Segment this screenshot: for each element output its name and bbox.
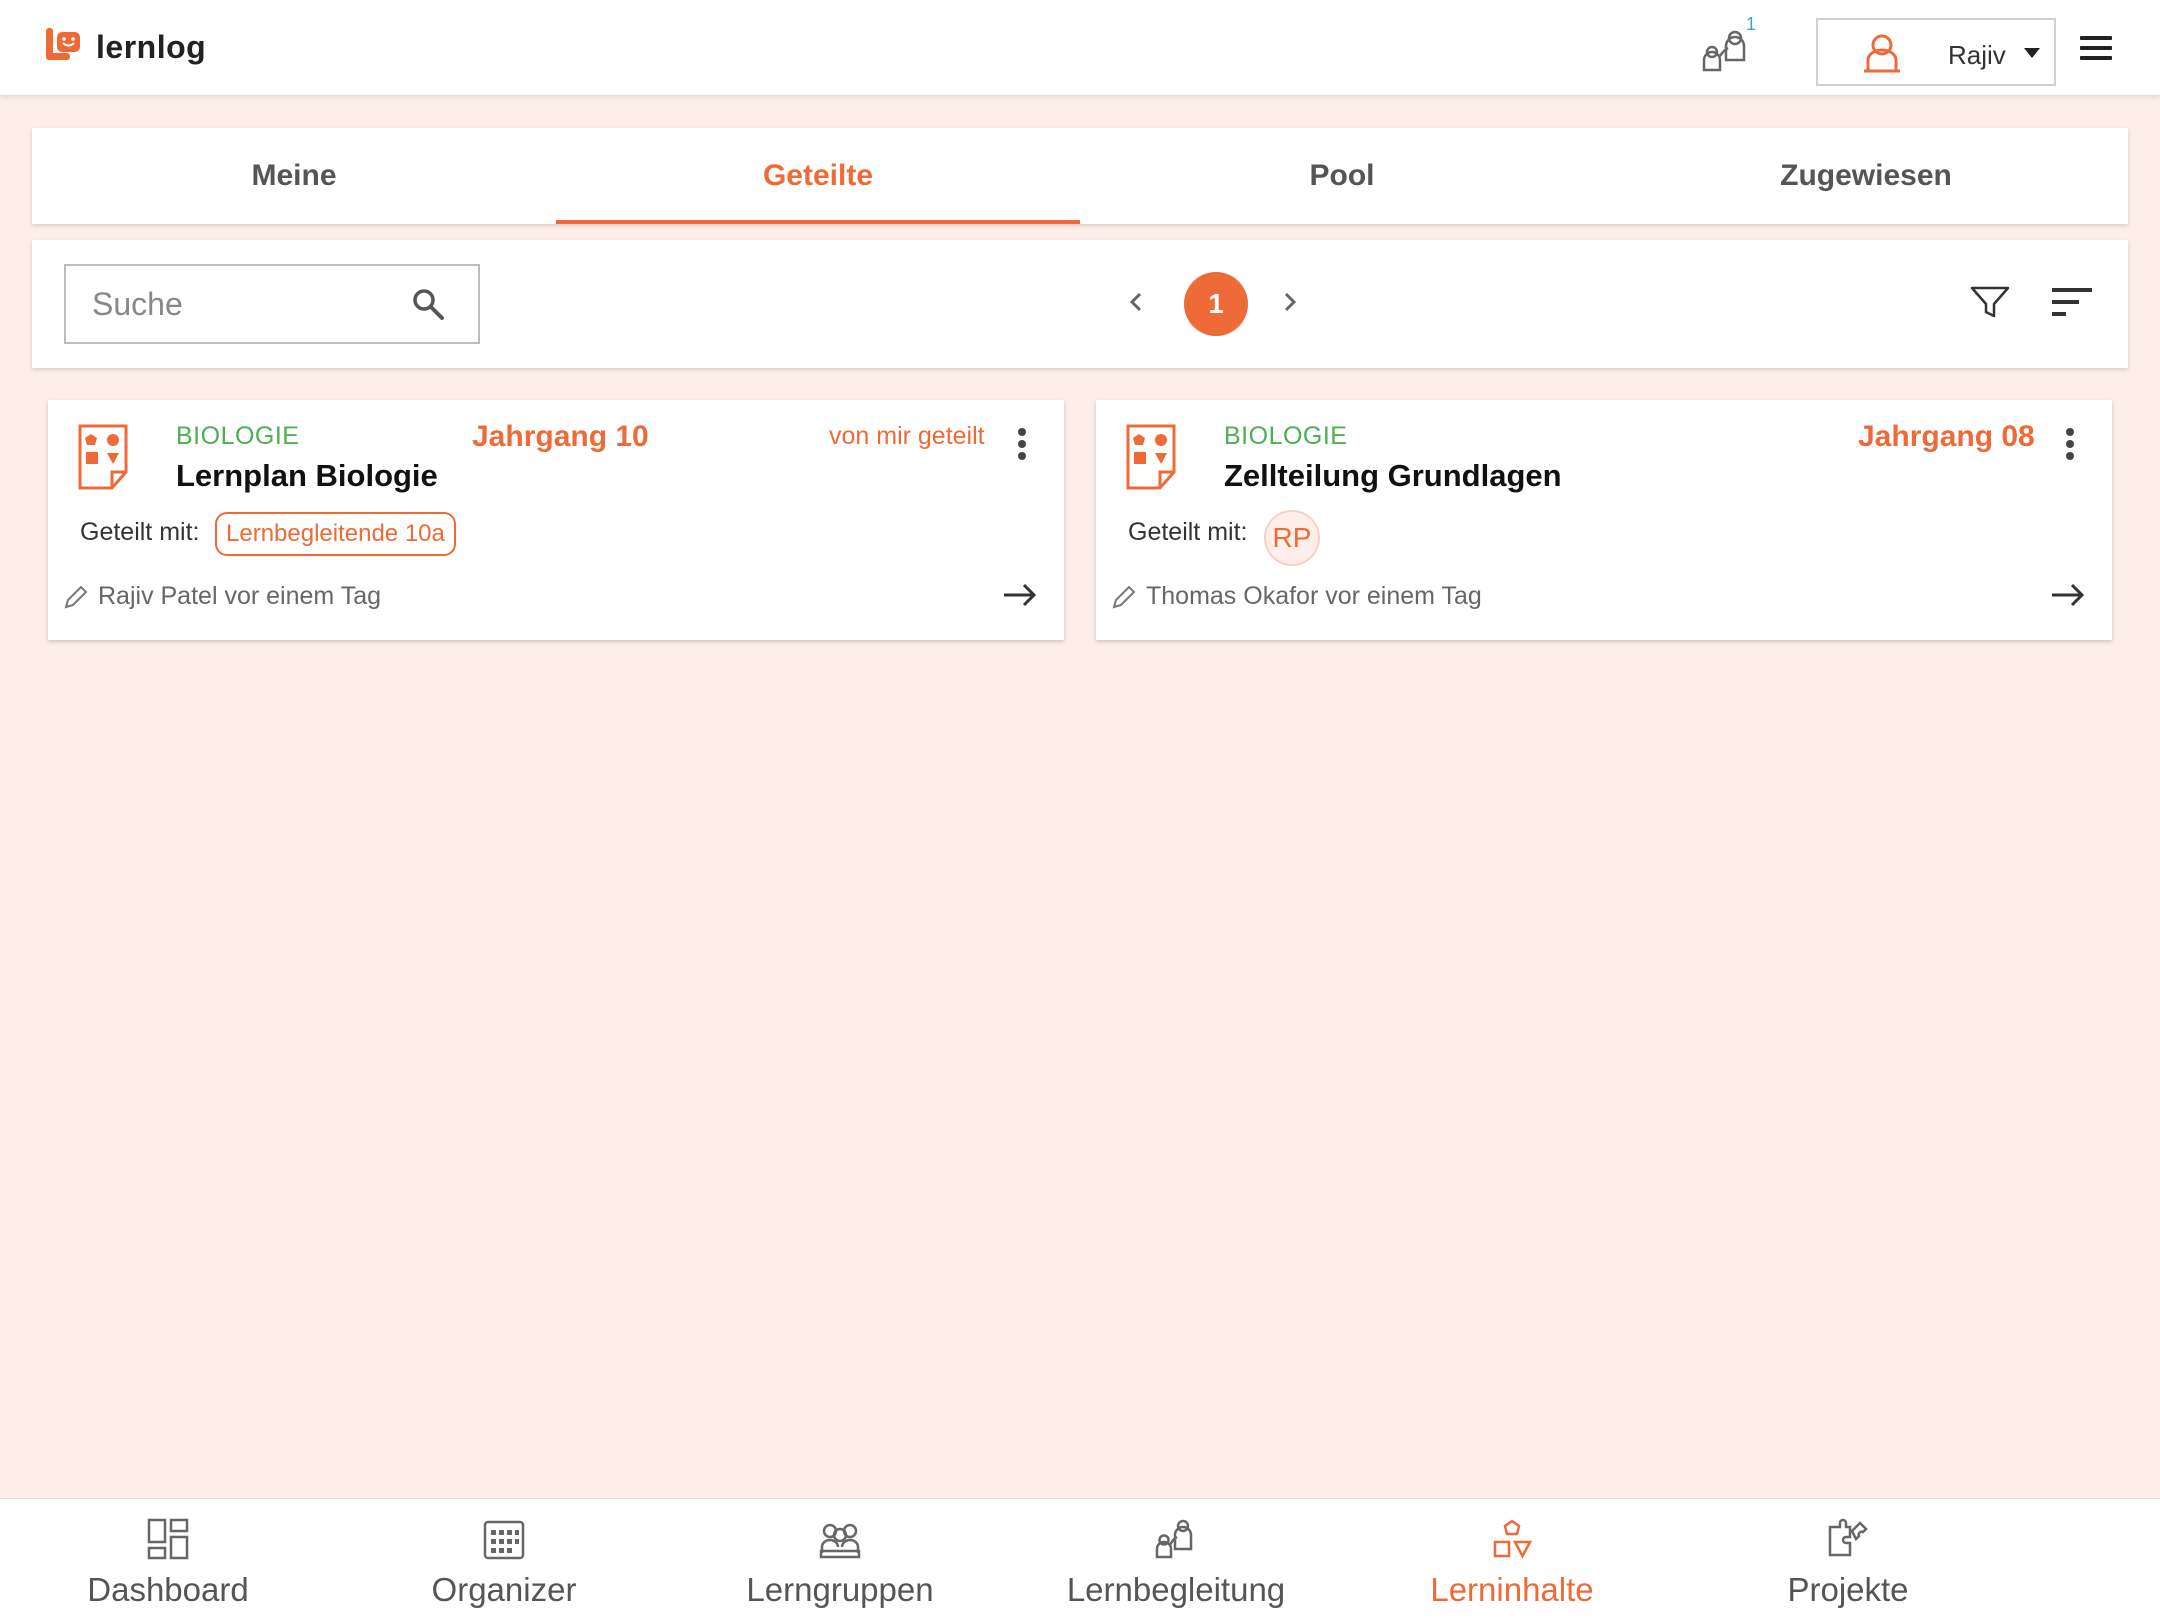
shapes-icon bbox=[1493, 1519, 1533, 1559]
card-grade: Jahrgang 08 bbox=[1858, 420, 2035, 453]
arrow-right-icon[interactable] bbox=[2050, 580, 2086, 610]
filter-icon[interactable] bbox=[1970, 284, 2010, 320]
groups-icon bbox=[819, 1523, 861, 1559]
app-name: lernlog bbox=[96, 28, 207, 65]
current-page-button[interactable]: 1 bbox=[1184, 272, 1248, 336]
shared-with-label: Geteilt mit: bbox=[1128, 518, 1248, 546]
nav-label: Lerngruppen bbox=[746, 1571, 934, 1608]
card-grade: Jahrgang 10 bbox=[472, 420, 649, 453]
shared-with-chip: Lernbegleitende 10a bbox=[215, 512, 456, 556]
tab-zugewiesen[interactable]: Zugewiesen bbox=[1604, 128, 2128, 224]
card-title: Lernplan Biologie bbox=[176, 458, 438, 493]
card-author: Rajiv Patel vor einem Tag bbox=[98, 582, 382, 610]
top-bar: lernlog 1 Rajiv bbox=[0, 0, 2160, 96]
calendar-icon bbox=[483, 1520, 525, 1560]
nav-lerngruppen[interactable]: Lerngruppen bbox=[672, 1499, 1008, 1620]
lernlog-logo-icon bbox=[46, 28, 80, 60]
search-input[interactable] bbox=[66, 266, 406, 342]
content-card[interactable]: BIOLOGIE Zellteilung Grundlagen Jahrgang… bbox=[1096, 400, 2112, 640]
chevron-right-icon[interactable] bbox=[1278, 284, 1302, 320]
chevron-left-icon[interactable] bbox=[1124, 284, 1148, 320]
learning-content-icon bbox=[78, 424, 128, 490]
content-tabs: Meine Geteilte Pool Zugewiesen bbox=[32, 128, 2128, 224]
card-title: Zellteilung Grundlagen bbox=[1224, 458, 1562, 493]
card-footer: Thomas Okafor vor einem Tag bbox=[1110, 582, 1482, 611]
tab-meine[interactable]: Meine bbox=[32, 128, 556, 224]
shared-with-label: Geteilt mit: bbox=[80, 518, 200, 546]
puzzle-icon bbox=[1828, 1518, 1868, 1557]
nav-lerninhalte[interactable]: Lerninhalte bbox=[1344, 1499, 1680, 1620]
card-footer: Rajiv Patel vor einem Tag bbox=[62, 582, 381, 611]
nav-organizer[interactable]: Organizer bbox=[336, 1499, 672, 1620]
more-options-icon[interactable] bbox=[2066, 428, 2076, 464]
card-subject: BIOLOGIE bbox=[176, 422, 300, 450]
user-menu[interactable]: Rajiv bbox=[1816, 18, 2056, 86]
user-avatar-icon bbox=[1864, 34, 1900, 73]
nav-label: Projekte bbox=[1787, 1571, 1909, 1608]
arrow-right-icon[interactable] bbox=[1002, 580, 1038, 610]
more-options-icon[interactable] bbox=[1018, 428, 1028, 464]
tab-geteilte[interactable]: Geteilte bbox=[556, 128, 1080, 224]
menu-icon[interactable] bbox=[2080, 36, 2112, 60]
pencil-icon bbox=[64, 585, 88, 608]
logo[interactable]: lernlog bbox=[46, 28, 206, 66]
dashboard-icon bbox=[147, 1518, 189, 1560]
sort-icon[interactable] bbox=[2052, 286, 2092, 318]
pencil-icon bbox=[1112, 585, 1136, 608]
nav-label: Lernbegleitung bbox=[1066, 1571, 1286, 1608]
user-name: Rajiv bbox=[1948, 40, 2006, 70]
card-author: Thomas Okafor vor einem Tag bbox=[1146, 582, 1482, 610]
nav-label: Organizer bbox=[431, 1571, 577, 1608]
shared-with-avatar: RP bbox=[1264, 510, 1320, 566]
card-status: von mir geteilt bbox=[829, 422, 985, 450]
search-box bbox=[64, 264, 480, 344]
mentoring-icon bbox=[1155, 1519, 1193, 1559]
nav-lernbegleitung[interactable]: Lernbegleitung bbox=[1008, 1499, 1344, 1620]
toolbar: 1 bbox=[32, 240, 2128, 368]
search-icon[interactable] bbox=[410, 286, 446, 322]
bottom-navigation: Dashboard Organizer Lerngruppen Lernbegl… bbox=[0, 1498, 2160, 1620]
nav-projekte[interactable]: Projekte bbox=[1680, 1499, 2016, 1620]
learning-content-icon bbox=[1126, 424, 1176, 490]
nav-dashboard[interactable]: Dashboard bbox=[0, 1499, 336, 1620]
nav-label: Lerninhalte bbox=[1430, 1571, 1594, 1608]
content-card[interactable]: BIOLOGIE Lernplan Biologie Jahrgang 10 v… bbox=[48, 400, 1064, 640]
tab-pool[interactable]: Pool bbox=[1080, 128, 1604, 224]
card-subject: BIOLOGIE bbox=[1224, 422, 1348, 450]
notification-count: 1 bbox=[1746, 14, 1757, 34]
chevron-down-icon bbox=[2024, 48, 2040, 58]
nav-label: Dashboard bbox=[87, 1571, 249, 1608]
